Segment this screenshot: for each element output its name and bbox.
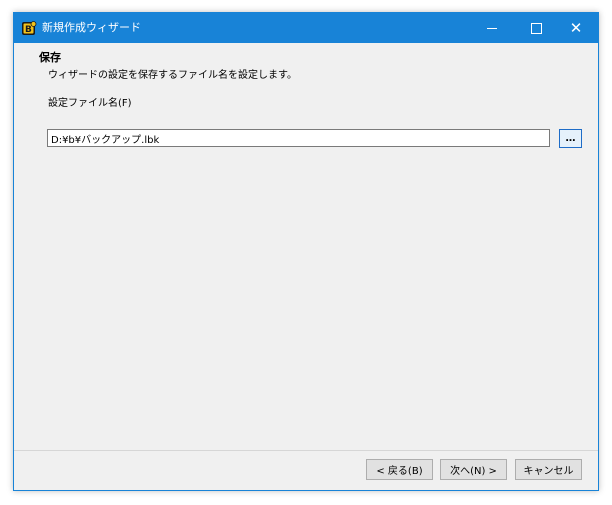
wizard-window: B 新規作成ウィザード ✕ 保存 ウィザードの設定を保存するファイル名を設定しま…: [13, 12, 599, 491]
page-description: ウィザードの設定を保存するファイル名を設定します。: [48, 70, 297, 81]
ellipsis-icon: …: [565, 132, 576, 144]
minimize-icon: [487, 27, 497, 29]
svg-text:B: B: [25, 25, 32, 35]
close-button[interactable]: ✕: [554, 13, 598, 43]
close-icon: ✕: [569, 18, 583, 37]
cancel-button[interactable]: キャンセル: [515, 459, 582, 480]
settings-file-label: 設定ファイル名(F): [48, 98, 132, 109]
window-title: 新規作成ウィザード: [42, 21, 141, 34]
app-icon: B: [22, 21, 37, 35]
title-bar[interactable]: B 新規作成ウィザード ✕: [14, 13, 598, 43]
maximize-icon: [530, 22, 542, 34]
maximize-button[interactable]: [514, 13, 558, 43]
minimize-button[interactable]: [470, 13, 514, 43]
browse-button[interactable]: …: [559, 129, 582, 148]
page-title: 保存: [39, 51, 61, 64]
settings-file-input[interactable]: [47, 129, 550, 147]
back-button[interactable]: < 戻る(B): [366, 459, 433, 480]
footer-separator: [14, 450, 598, 451]
next-button[interactable]: 次へ(N) >: [440, 459, 507, 480]
